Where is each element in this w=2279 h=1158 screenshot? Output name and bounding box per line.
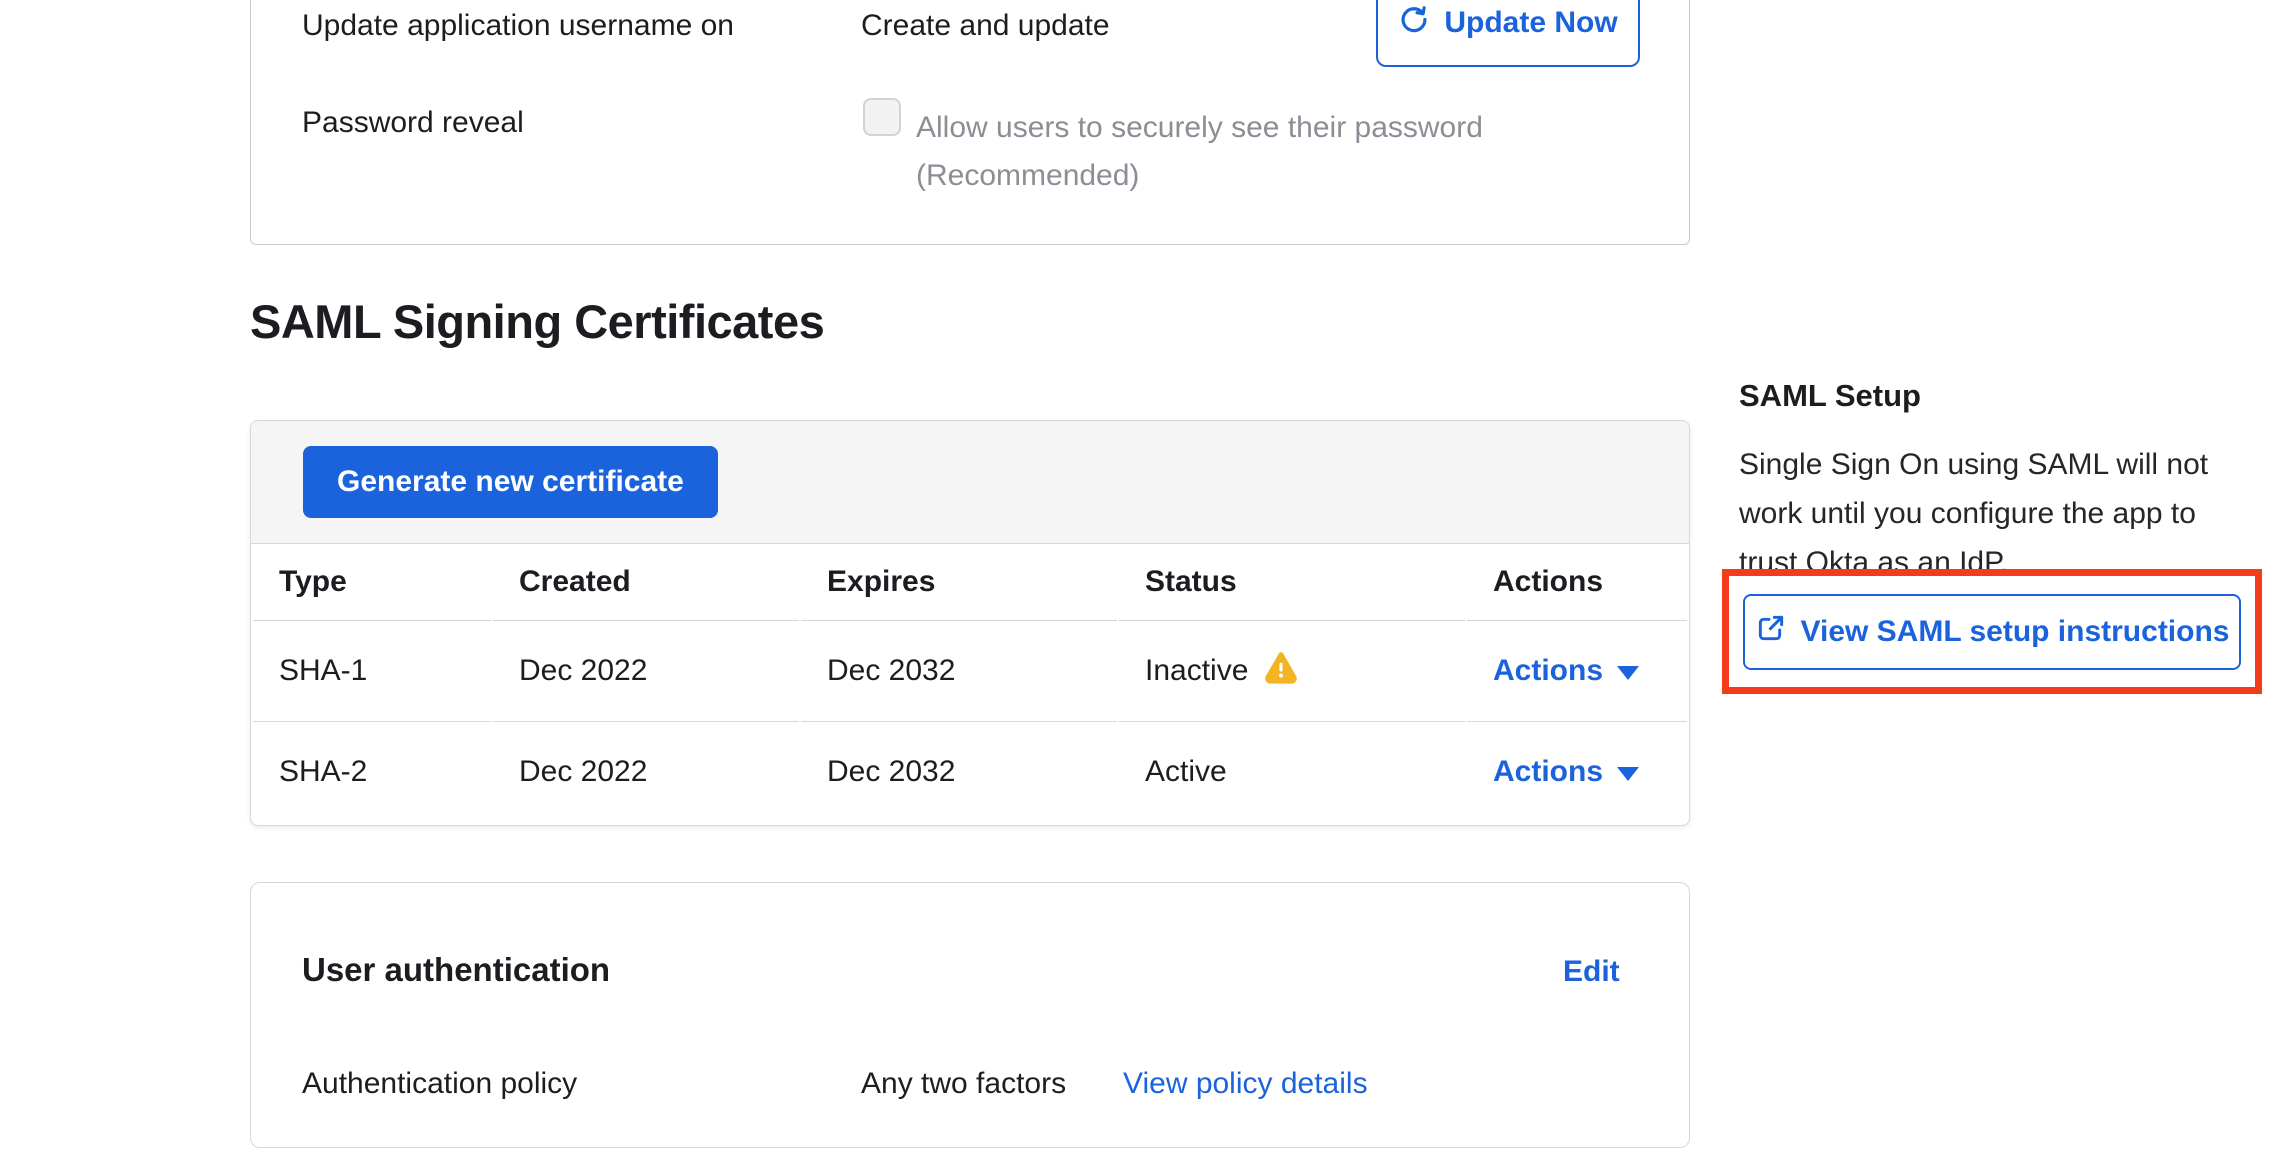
column-header-expires: Expires: [801, 544, 1117, 621]
user-authentication-title: User authentication: [302, 951, 610, 989]
column-header-actions: Actions: [1467, 544, 1687, 621]
password-reveal-checkbox-label: Allow users to securely see their passwo…: [916, 104, 1483, 200]
cert-status: Inactive: [1145, 654, 1248, 688]
update-username-value: Create and update: [861, 9, 1110, 43]
provisioning-settings-card: Update application username on Create an…: [250, 0, 1690, 245]
actions-dropdown[interactable]: Actions: [1493, 654, 1639, 688]
view-policy-details-link[interactable]: View policy details: [1123, 1067, 1368, 1101]
refresh-icon: [1398, 3, 1430, 43]
view-saml-instructions-label: View SAML setup instructions: [1801, 615, 2230, 649]
saml-setup-title: SAML Setup: [1739, 378, 1921, 414]
cert-expires: Dec 2032: [801, 722, 1117, 822]
update-username-label: Update application username on: [302, 9, 734, 43]
update-now-button[interactable]: Update Now: [1376, 0, 1640, 67]
red-highlight-annotation: View SAML setup instructions: [1722, 569, 2262, 694]
actions-dropdown[interactable]: Actions: [1493, 755, 1639, 789]
column-header-status: Status: [1119, 544, 1465, 621]
table-row: SHA-1 Dec 2022 Dec 2032 Inactive: [253, 621, 1687, 722]
actions-label: Actions: [1493, 654, 1603, 688]
authentication-policy-label: Authentication policy: [302, 1067, 577, 1101]
cert-created: Dec 2022: [493, 621, 799, 722]
view-saml-instructions-button[interactable]: View SAML setup instructions: [1743, 594, 2241, 670]
caret-down-icon: [1617, 767, 1639, 781]
caret-down-icon: [1617, 666, 1639, 680]
external-link-icon: [1755, 612, 1787, 652]
cert-created: Dec 2022: [493, 722, 799, 822]
cert-type: SHA-1: [253, 621, 491, 722]
page-section-title: SAML Signing Certificates: [250, 294, 824, 349]
table-row: SHA-2 Dec 2022 Dec 2032 Active Actions: [253, 722, 1687, 822]
update-now-label: Update Now: [1444, 6, 1617, 40]
warning-icon: [1264, 650, 1298, 692]
cert-status: Active: [1145, 755, 1227, 788]
certificates-panel: Generate new certificate Type Created Ex…: [250, 420, 1690, 826]
saml-setup-description: Single Sign On using SAML will not work …: [1739, 440, 2279, 587]
certificates-table: Type Created Expires Status Actions SHA-…: [251, 544, 1689, 822]
user-authentication-card: User authentication Edit Authentication …: [250, 882, 1690, 1148]
authentication-policy-value: Any two factors: [861, 1067, 1066, 1101]
table-header-row: Type Created Expires Status Actions: [253, 544, 1687, 621]
edit-link[interactable]: Edit: [1563, 955, 1620, 989]
cert-type: SHA-2: [253, 722, 491, 822]
column-header-created: Created: [493, 544, 799, 621]
actions-label: Actions: [1493, 755, 1603, 789]
password-reveal-label: Password reveal: [302, 106, 524, 140]
certificates-toolbar: Generate new certificate: [251, 421, 1689, 544]
generate-certificate-button[interactable]: Generate new certificate: [303, 446, 718, 518]
cert-expires: Dec 2032: [801, 621, 1117, 722]
password-reveal-checkbox[interactable]: [863, 98, 901, 136]
column-header-type: Type: [253, 544, 491, 621]
